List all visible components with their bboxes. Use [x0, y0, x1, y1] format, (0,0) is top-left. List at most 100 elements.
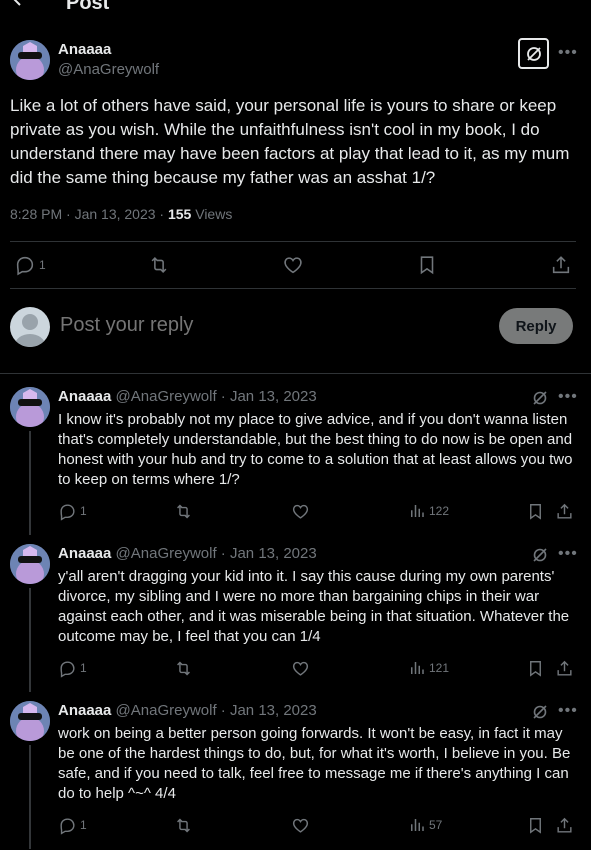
more-horizontal-icon[interactable]: •••	[558, 44, 578, 62]
reply-header: Anaaaa @AnaGreywolf · Jan 13, 2023	[58, 702, 317, 719]
heart-icon	[292, 661, 309, 676]
reply-text: y'all aren't dragging your kid into it. …	[58, 568, 570, 645]
reply-bubble-icon	[60, 503, 75, 521]
views-count: 121	[429, 661, 450, 675]
bar-chart-icon	[411, 819, 424, 831]
repost-icon	[177, 818, 190, 832]
divider	[10, 241, 576, 242]
like-button[interactable]	[282, 253, 304, 277]
grok-icon[interactable]	[531, 703, 549, 721]
repost-icon	[177, 661, 190, 675]
reply-actions: 1 122	[58, 501, 578, 521]
bar-chart-icon	[411, 662, 424, 674]
author-name[interactable]: Anaaaa	[58, 41, 111, 58]
views-label: Views	[191, 206, 233, 222]
heart-icon	[284, 257, 302, 274]
top-bar: Post	[0, 0, 591, 22]
repost-button[interactable]	[148, 253, 170, 277]
views-count: 57	[429, 818, 443, 832]
reply-text: I know it's probably not my place to giv…	[58, 411, 573, 488]
like-button[interactable]	[291, 656, 310, 680]
reply-count: 1	[80, 818, 87, 832]
share-button[interactable]	[550, 253, 572, 277]
arrow-left-icon[interactable]	[8, 0, 32, 10]
post-timestamp[interactable]: 8:28 PM · Jan 13, 2023 ·	[10, 206, 168, 222]
reply-header: Anaaaa @AnaGreywolf · Jan 13, 2023	[58, 388, 317, 405]
avatar[interactable]	[10, 387, 50, 427]
reply-count: 1	[39, 258, 46, 272]
more-horizontal-icon[interactable]: •••	[558, 388, 578, 406]
thread-line	[29, 431, 31, 535]
reply-button[interactable]: 1	[14, 253, 46, 277]
bookmark-icon	[530, 503, 541, 520]
reply-button[interactable]: 1	[58, 656, 87, 680]
bookmark-button[interactable]	[526, 813, 545, 837]
grok-icon[interactable]	[531, 389, 549, 407]
repost-button[interactable]	[174, 499, 193, 523]
repost-icon	[177, 504, 190, 518]
avatar	[10, 307, 50, 347]
share-icon	[557, 817, 572, 833]
more-horizontal-icon[interactable]: •••	[558, 702, 578, 720]
avatar[interactable]	[10, 40, 50, 80]
reply-actions: 1 121	[58, 658, 578, 678]
share-button[interactable]	[555, 656, 574, 680]
repost-button[interactable]	[174, 656, 193, 680]
reply-submit-button[interactable]: Reply	[499, 308, 573, 344]
reply-count: 1	[80, 661, 87, 675]
repost-button[interactable]	[174, 813, 193, 837]
share-button[interactable]	[555, 499, 574, 523]
views-count: 155	[167, 206, 192, 222]
reply-input[interactable]	[60, 314, 460, 337]
grok-icon[interactable]	[531, 546, 549, 564]
reply-header: Anaaaa @AnaGreywolf · Jan 13, 2023	[58, 545, 317, 562]
avatar[interactable]	[10, 701, 50, 741]
post-meta: 8:28 PM · Jan 13, 2023 · 155 Views	[10, 206, 232, 222]
bookmark-button[interactable]	[526, 499, 545, 523]
bar-chart-icon	[411, 505, 424, 517]
author-meta[interactable]: @AnaGreywolf · Jan 13, 2023	[111, 545, 317, 562]
post-actions: 1	[10, 253, 576, 277]
author-name[interactable]: Anaaaa	[58, 545, 111, 562]
bookmark-icon	[420, 256, 434, 275]
share-button[interactable]	[555, 813, 574, 837]
post-text: Like a lot of others have said, your per…	[10, 96, 570, 187]
thread-line	[29, 588, 31, 692]
grok-button[interactable]	[518, 38, 549, 69]
like-button[interactable]	[291, 499, 310, 523]
bookmark-button[interactable]	[416, 253, 438, 277]
reply-bubble-icon	[16, 256, 34, 276]
reply-item[interactable]: Anaaaa @AnaGreywolf · Jan 13, 2023 ••• w…	[0, 688, 591, 849]
reply-button[interactable]: 1	[58, 813, 87, 837]
more-horizontal-icon[interactable]: •••	[558, 545, 578, 563]
grok-icon	[526, 46, 541, 61]
reply-composer: Reply	[0, 305, 591, 349]
reply-item[interactable]: Anaaaa @AnaGreywolf · Jan 13, 2023 ••• I…	[0, 374, 591, 535]
bookmark-icon	[530, 660, 541, 677]
reply-bubble-icon	[60, 660, 75, 678]
reply-count: 1	[80, 504, 87, 518]
share-icon	[552, 256, 570, 274]
author-meta[interactable]: @AnaGreywolf · Jan 13, 2023	[111, 702, 317, 719]
repost-icon	[151, 257, 167, 273]
heart-icon	[292, 504, 309, 519]
reply-button[interactable]: 1	[58, 499, 87, 523]
author-handle[interactable]: @AnaGreywolf	[58, 61, 159, 78]
heart-icon	[292, 818, 309, 833]
bookmark-button[interactable]	[526, 656, 545, 680]
views-button[interactable]: 121	[408, 656, 449, 680]
views-button[interactable]: 122	[408, 499, 449, 523]
views-count: 122	[429, 504, 450, 518]
avatar[interactable]	[10, 544, 50, 584]
author-name[interactable]: Anaaaa	[58, 702, 111, 719]
page-title: Post	[66, 0, 110, 14]
reply-item[interactable]: Anaaaa @AnaGreywolf · Jan 13, 2023 ••• y…	[0, 531, 591, 692]
author-meta[interactable]: @AnaGreywolf · Jan 13, 2023	[111, 388, 317, 405]
author-name[interactable]: Anaaaa	[58, 388, 111, 405]
like-button[interactable]	[291, 813, 310, 837]
share-icon	[557, 503, 572, 519]
share-icon	[557, 660, 572, 676]
reply-text: work on being a better person going forw…	[58, 725, 571, 802]
views-button[interactable]: 57	[408, 813, 442, 837]
thread-line	[29, 745, 31, 849]
